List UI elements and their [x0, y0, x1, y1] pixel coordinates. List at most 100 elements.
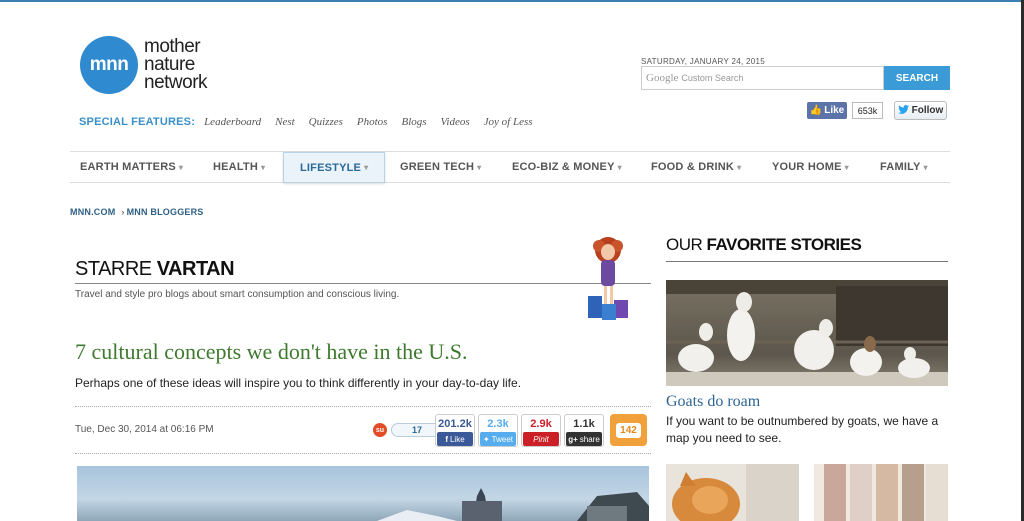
chevron-down-icon: ▾ — [923, 162, 928, 172]
cat-story-thumbnail[interactable] — [666, 464, 799, 521]
tweet-button[interactable]: 2.3k ✦ Tweet — [478, 414, 518, 447]
share-label-text: share — [579, 434, 600, 444]
pinterest-button[interactable]: 2.9k Pinit — [521, 414, 561, 447]
nav-lifestyle[interactable]: LIFESTYLE ▾ — [283, 152, 386, 183]
facebook-like-button[interactable]: 👍 Like — [807, 102, 847, 119]
nav-label: LIFESTYLE — [300, 161, 362, 174]
current-date: SATURDAY, JANUARY 24, 2015 — [641, 57, 766, 66]
special-link-quizzes[interactable]: Quizzes — [309, 116, 343, 128]
special-features-label: SPECIAL FEATURES: — [79, 116, 196, 128]
heading-bold: FAVORITE STORIES — [706, 235, 862, 254]
cat-illustration — [672, 464, 799, 521]
search-input[interactable]: Google Custom Search — [641, 66, 884, 90]
stumbleupon-button[interactable]: su 17 — [373, 423, 443, 437]
twitter-bird-icon — [897, 104, 909, 117]
heading-light: OUR — [666, 235, 703, 254]
facebook-icon: f — [445, 434, 448, 444]
nav-label: GREEN TECH — [400, 161, 475, 173]
chevron-down-icon: ▾ — [737, 162, 742, 172]
share-label-text: Like — [449, 434, 465, 444]
main-nav: EARTH MATTERS ▾ HEALTH ▾ LIFESTYLE ▾ GREEN … — [70, 151, 950, 183]
blogger-avatar — [588, 237, 628, 320]
article-date: Tue, Dec 30, 2014 at 06:16 PM — [75, 424, 214, 435]
top-border — [0, 0, 1024, 2]
nav-earth-matters[interactable]: EARTH MATTERS ▾ — [80, 152, 183, 182]
chevron-down-icon: ▾ — [364, 163, 369, 172]
blogger-name[interactable]: STARRE VARTAN — [75, 258, 235, 281]
share-label: ✦ Tweet — [480, 432, 516, 446]
chevron-down-icon: ▾ — [178, 162, 184, 172]
article-deck: Perhaps one of these ideas will inspire … — [75, 376, 522, 390]
special-link-photos[interactable]: Photos — [357, 116, 388, 128]
nav-your-home[interactable]: YOUR HOME ▾ — [772, 152, 849, 182]
nav-family[interactable]: FAMILY ▾ — [880, 152, 928, 182]
story-description: If you want to be outnumbered by goats, … — [666, 414, 939, 445]
favorite-stories-heading: OUR FAVORITE STORIES — [666, 235, 862, 255]
chevron-down-icon: ▾ — [477, 162, 482, 172]
goats-story-image[interactable] — [666, 280, 948, 386]
clothing-story-thumbnail[interactable] — [814, 464, 948, 521]
nav-label: EARTH MATTERS — [80, 161, 176, 173]
google-plus-share-button[interactable]: 1.1k g+ share — [564, 414, 604, 447]
chevron-down-icon: ▾ — [261, 162, 266, 172]
google-brand: Google — [646, 72, 679, 84]
twitter-bird-icon: ✦ — [482, 434, 490, 444]
special-link-blogs[interactable]: Blogs — [401, 116, 426, 128]
blogger-first-name: STARRE — [75, 258, 152, 280]
breadcrumb-separator: › — [121, 207, 125, 217]
twitter-follow-button[interactable]: Follow — [894, 101, 947, 120]
special-link-videos[interactable]: Videos — [441, 116, 470, 128]
story-title-link[interactable]: Goats do roam — [666, 393, 760, 411]
share-label-text: Tweet — [491, 434, 514, 444]
special-link-leaderboard[interactable]: Leaderboard — [204, 116, 261, 128]
logo-circle: mnn — [80, 36, 138, 94]
comment-count: 142 — [616, 422, 641, 438]
divider — [666, 261, 948, 262]
chevron-down-icon: ▾ — [844, 162, 849, 172]
goats-illustration — [666, 280, 948, 386]
logo-line: network — [144, 72, 208, 93]
share-label: f Like — [437, 432, 473, 446]
chevron-down-icon: ▾ — [617, 162, 622, 172]
site-logo[interactable]: mnn mother nature network — [80, 36, 208, 94]
nav-label: FAMILY — [880, 161, 921, 173]
share-count: 1.1k — [573, 417, 595, 430]
logo-wordmark: mother nature network — [144, 37, 208, 93]
share-count: 2.9k — [530, 417, 552, 430]
search-placeholder: Custom Search — [681, 73, 744, 83]
breadcrumb: MNN.COM › MNN BLOGGERS — [70, 207, 204, 217]
divider — [75, 283, 651, 284]
fb-like-label: Like — [824, 105, 845, 116]
follow-label: Follow — [911, 105, 944, 116]
stumbleupon-icon: su — [373, 423, 387, 437]
nav-health[interactable]: HEALTH ▾ — [213, 152, 265, 182]
nav-eco-biz-money[interactable]: ECO-BIZ & MONEY ▾ — [512, 152, 622, 182]
share-count: 201.2k — [438, 417, 472, 430]
facebook-share-button[interactable]: 201.2k f Like — [435, 414, 475, 447]
google-plus-icon: g+ — [568, 434, 578, 444]
breadcrumb-home[interactable]: MNN.COM — [70, 207, 115, 217]
nav-label: FOOD & DRINK — [651, 161, 735, 173]
special-link-nest[interactable]: Nest — [275, 116, 295, 128]
nav-label: HEALTH — [213, 161, 258, 173]
article-headline[interactable]: 7 cultural concepts we don't have in the… — [75, 339, 468, 365]
special-features-bar: SPECIAL FEATURES: Leaderboard Nest Quizz… — [79, 116, 547, 128]
nav-label: YOUR HOME — [772, 161, 842, 173]
clothing-illustration — [824, 464, 948, 521]
dotted-divider — [75, 453, 651, 454]
share-count: 2.3k — [487, 417, 509, 430]
nav-label: ECO-BIZ & MONEY — [512, 161, 615, 173]
nav-green-tech[interactable]: GREEN TECH ▾ — [400, 152, 481, 182]
article-hero-image — [77, 466, 649, 521]
breadcrumb-bloggers[interactable]: MNN BLOGGERS — [127, 207, 204, 217]
thumbs-up-icon: 👍 — [809, 105, 823, 116]
share-label: Pinit — [523, 432, 559, 446]
facebook-like-count: 653k — [852, 102, 883, 119]
search-button[interactable]: SEARCH — [884, 66, 950, 90]
share-label: g+ share — [566, 432, 602, 446]
village-illustration — [377, 488, 649, 521]
special-link-joy-of-less[interactable]: Joy of Less — [484, 116, 533, 128]
nav-food-drink[interactable]: FOOD & DRINK ▾ — [651, 152, 741, 182]
comments-button[interactable]: 142 — [610, 414, 647, 446]
blogger-last-name: VARTAN — [156, 258, 235, 280]
